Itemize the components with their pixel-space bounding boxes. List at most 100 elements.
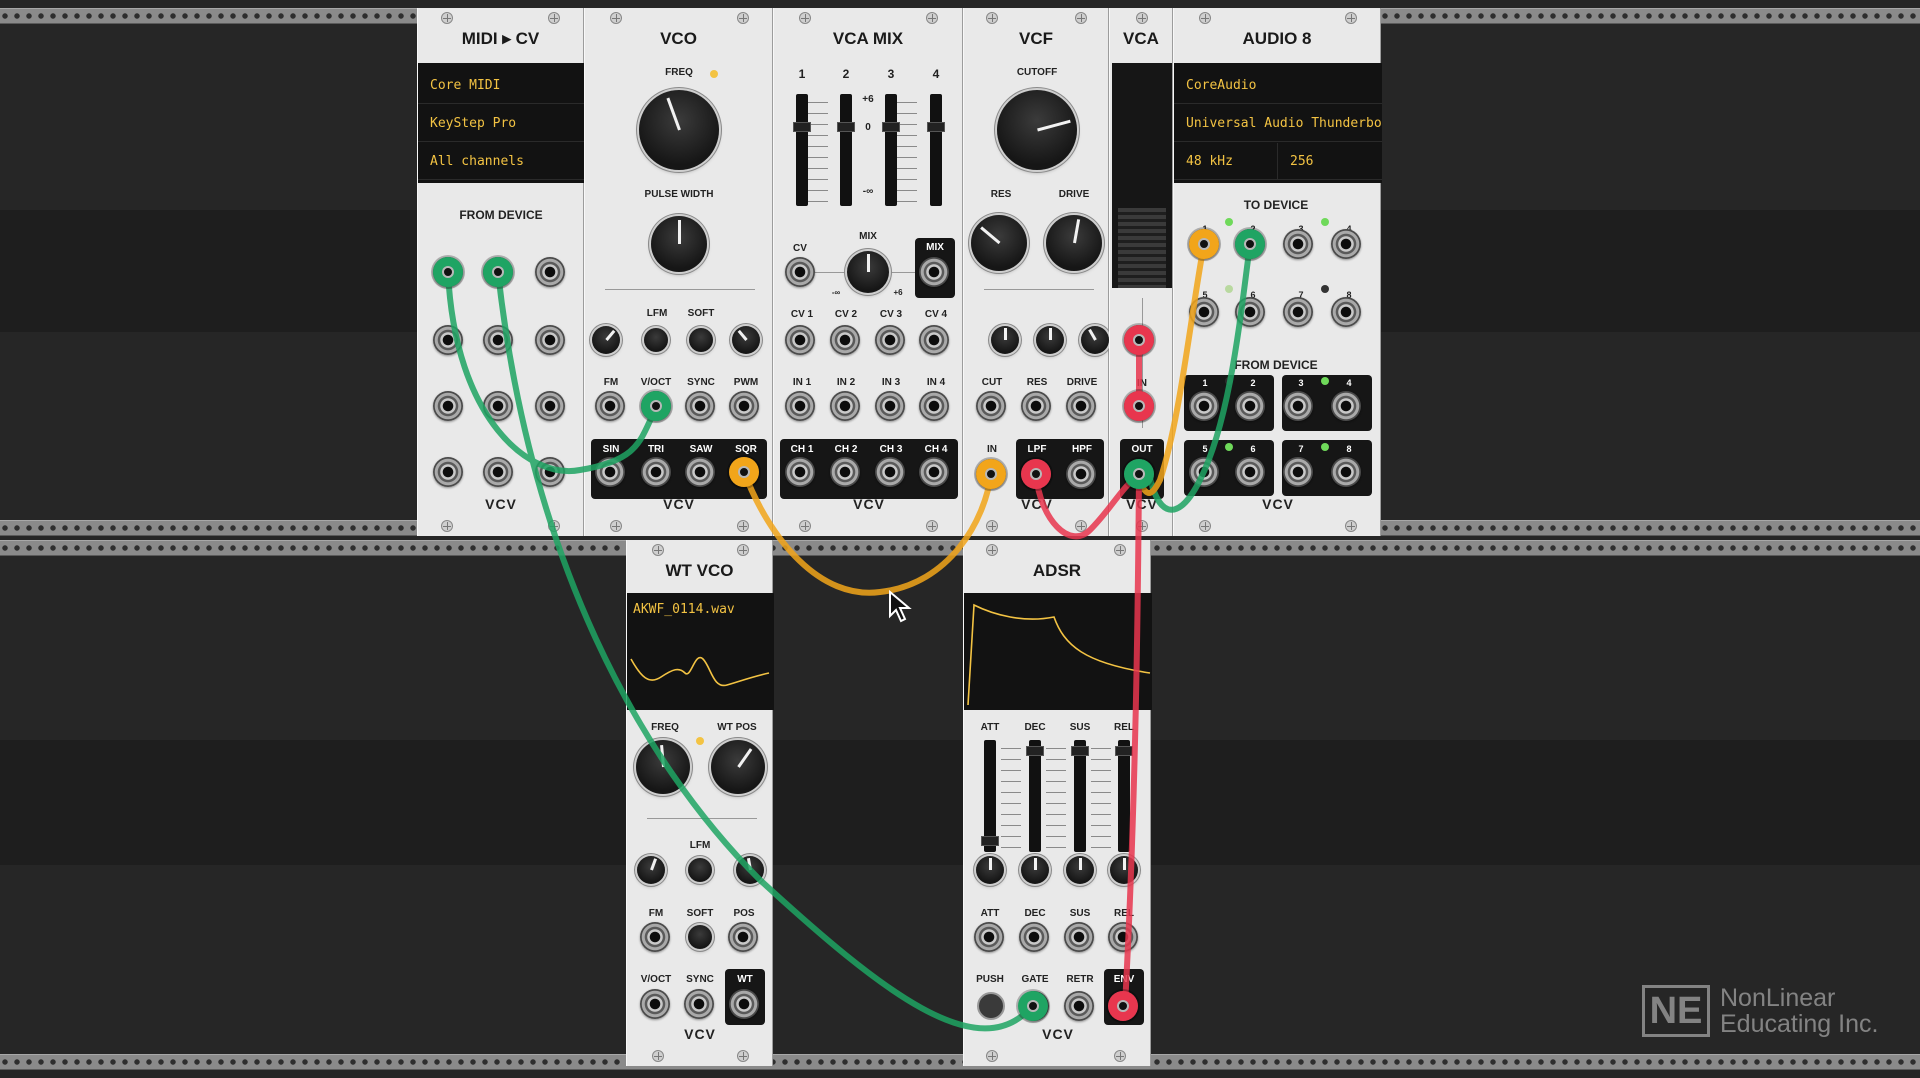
adsr-rel-jack[interactable] (1108, 922, 1138, 952)
audio-device[interactable]: Universal Audio Thunderbolt (1174, 105, 1382, 142)
audio-from-7-jack[interactable] (1283, 457, 1313, 487)
midi-driver[interactable]: Core MIDI (418, 67, 585, 104)
vcamix-in4-jack[interactable] (919, 391, 949, 421)
wt-pos-attenuator-knob[interactable] (736, 856, 764, 884)
audio-to-6-jack[interactable] (1235, 297, 1265, 327)
audio-from-2-jack[interactable] (1235, 391, 1265, 421)
pwm-attenuator-knob[interactable] (732, 326, 760, 354)
vcamix-ch3-jack[interactable] (875, 457, 905, 487)
vco-saw-jack[interactable] (685, 457, 715, 487)
midi-mw-jack[interactable] (535, 325, 565, 355)
sustain-slider[interactable] (1071, 740, 1089, 852)
audio-from-5-jack[interactable] (1189, 457, 1219, 487)
midi-cont-jack[interactable] (535, 457, 565, 487)
vcamix-ch2-jack[interactable] (830, 457, 860, 487)
cable-plug[interactable] (433, 257, 463, 287)
vcf-module[interactable]: VCF CUTOFF RES DRIVE CUT RES DRIVE IN LP… (963, 8, 1109, 536)
cable-plug[interactable] (483, 257, 513, 287)
wt-pos-jack[interactable] (728, 922, 758, 952)
audio-settings-display[interactable]: CoreAudio Universal Audio Thunderbolt 48… (1174, 63, 1382, 183)
midi-clkn-jack[interactable] (483, 391, 513, 421)
cable-plug[interactable] (1018, 991, 1048, 1021)
audio-to-4-jack[interactable] (1331, 229, 1361, 259)
audio-to-7-jack[interactable] (1283, 297, 1313, 327)
vcamix-in1-jack[interactable] (785, 391, 815, 421)
vcamix-cv2-jack[interactable] (830, 325, 860, 355)
vcamix-ch1-jack[interactable] (785, 457, 815, 487)
wt-pos-knob[interactable] (711, 740, 765, 794)
res-knob[interactable] (971, 215, 1027, 271)
adsr-sus-jack[interactable] (1064, 922, 1094, 952)
midi-aft-jack[interactable] (433, 325, 463, 355)
audio-from-8-jack[interactable] (1331, 457, 1361, 487)
att-cv-knob[interactable] (976, 856, 1004, 884)
adsr-module[interactable]: ADSR ATT DEC SUS REL ATT DEC SUS REL PUS… (963, 540, 1152, 1066)
release-slider[interactable] (1115, 740, 1133, 852)
wt-fm-jack[interactable] (640, 922, 670, 952)
vca-module[interactable]: VCA IN OUT VCV (1109, 8, 1173, 536)
cable-plug[interactable] (641, 391, 671, 421)
adsr-dec-jack[interactable] (1019, 922, 1049, 952)
midi-clk-jack[interactable] (433, 391, 463, 421)
decay-slider[interactable] (1026, 740, 1044, 852)
cable-plug[interactable] (1124, 391, 1154, 421)
drive-knob[interactable] (1046, 215, 1102, 271)
vcamix-in3-jack[interactable] (875, 391, 905, 421)
vco-tri-jack[interactable] (641, 457, 671, 487)
push-button[interactable] (977, 992, 1005, 1020)
cable-plug[interactable] (976, 459, 1006, 489)
wt-sync-jack[interactable] (684, 989, 714, 1019)
midi-pw-jack[interactable] (483, 325, 513, 355)
vco-sync-jack[interactable] (685, 391, 715, 421)
fader-ch4[interactable] (927, 94, 945, 206)
vcamix-cv-jack[interactable] (785, 257, 815, 287)
vcamix-cv1-jack[interactable] (785, 325, 815, 355)
midi-retr-jack[interactable] (535, 391, 565, 421)
vcf-drive-jack[interactable] (1066, 391, 1096, 421)
wt-freq-knob[interactable] (636, 740, 690, 794)
audio-driver[interactable]: CoreAudio (1174, 67, 1382, 104)
cable-plug[interactable] (1124, 325, 1154, 355)
wt-out-jack[interactable] (729, 989, 759, 1019)
midi-device[interactable]: KeyStep Pro (418, 105, 585, 142)
freq-knob[interactable] (639, 90, 719, 170)
vcamix-in2-jack[interactable] (830, 391, 860, 421)
attack-slider[interactable] (981, 740, 999, 852)
audio-to-5-jack[interactable] (1189, 297, 1219, 327)
sus-cv-knob[interactable] (1066, 856, 1094, 884)
audio-to-3-jack[interactable] (1283, 229, 1313, 259)
midi-stop-jack[interactable] (483, 457, 513, 487)
wt-voct-jack[interactable] (640, 989, 670, 1019)
midi-settings-display[interactable]: Core MIDI KeyStep Pro All channels (418, 63, 585, 183)
midi-vel-jack[interactable] (535, 257, 565, 287)
audio-from-4-jack[interactable] (1331, 391, 1361, 421)
vco-pwm-jack[interactable] (729, 391, 759, 421)
midi-channel[interactable]: All channels (418, 143, 585, 180)
vcf-res-jack[interactable] (1021, 391, 1051, 421)
rel-cv-knob[interactable] (1110, 856, 1138, 884)
vco-fm-jack[interactable] (595, 391, 625, 421)
res-attenuator-knob[interactable] (1036, 326, 1064, 354)
cable-plug[interactable] (1124, 459, 1154, 489)
cable-plug[interactable] (1189, 229, 1219, 259)
lfm-switch[interactable] (644, 328, 668, 352)
vcf-hpf-jack[interactable] (1066, 459, 1096, 489)
pulse-width-knob[interactable] (651, 216, 707, 272)
adsr-att-jack[interactable] (974, 922, 1004, 952)
cable-plug[interactable] (729, 457, 759, 487)
fm-attenuator-knob[interactable] (592, 326, 620, 354)
sample-rate[interactable]: 48 kHz (1174, 143, 1278, 180)
wt-soft-switch[interactable] (688, 925, 712, 949)
wavetable-display[interactable]: AKWF_0114.wav (627, 593, 774, 710)
vcamix-cv3-jack[interactable] (875, 325, 905, 355)
vcamix-cv4-jack[interactable] (919, 325, 949, 355)
vcamix-ch4-jack[interactable] (919, 457, 949, 487)
audio-from-3-jack[interactable] (1283, 391, 1313, 421)
soft-switch[interactable] (689, 328, 713, 352)
block-size[interactable]: 256 (1278, 143, 1382, 180)
wt-fm-knob[interactable] (637, 856, 665, 884)
cable-plug[interactable] (1108, 991, 1138, 1021)
drive-attenuator-knob[interactable] (1081, 326, 1109, 354)
midi-strt-jack[interactable] (433, 457, 463, 487)
audio-from-6-jack[interactable] (1235, 457, 1265, 487)
